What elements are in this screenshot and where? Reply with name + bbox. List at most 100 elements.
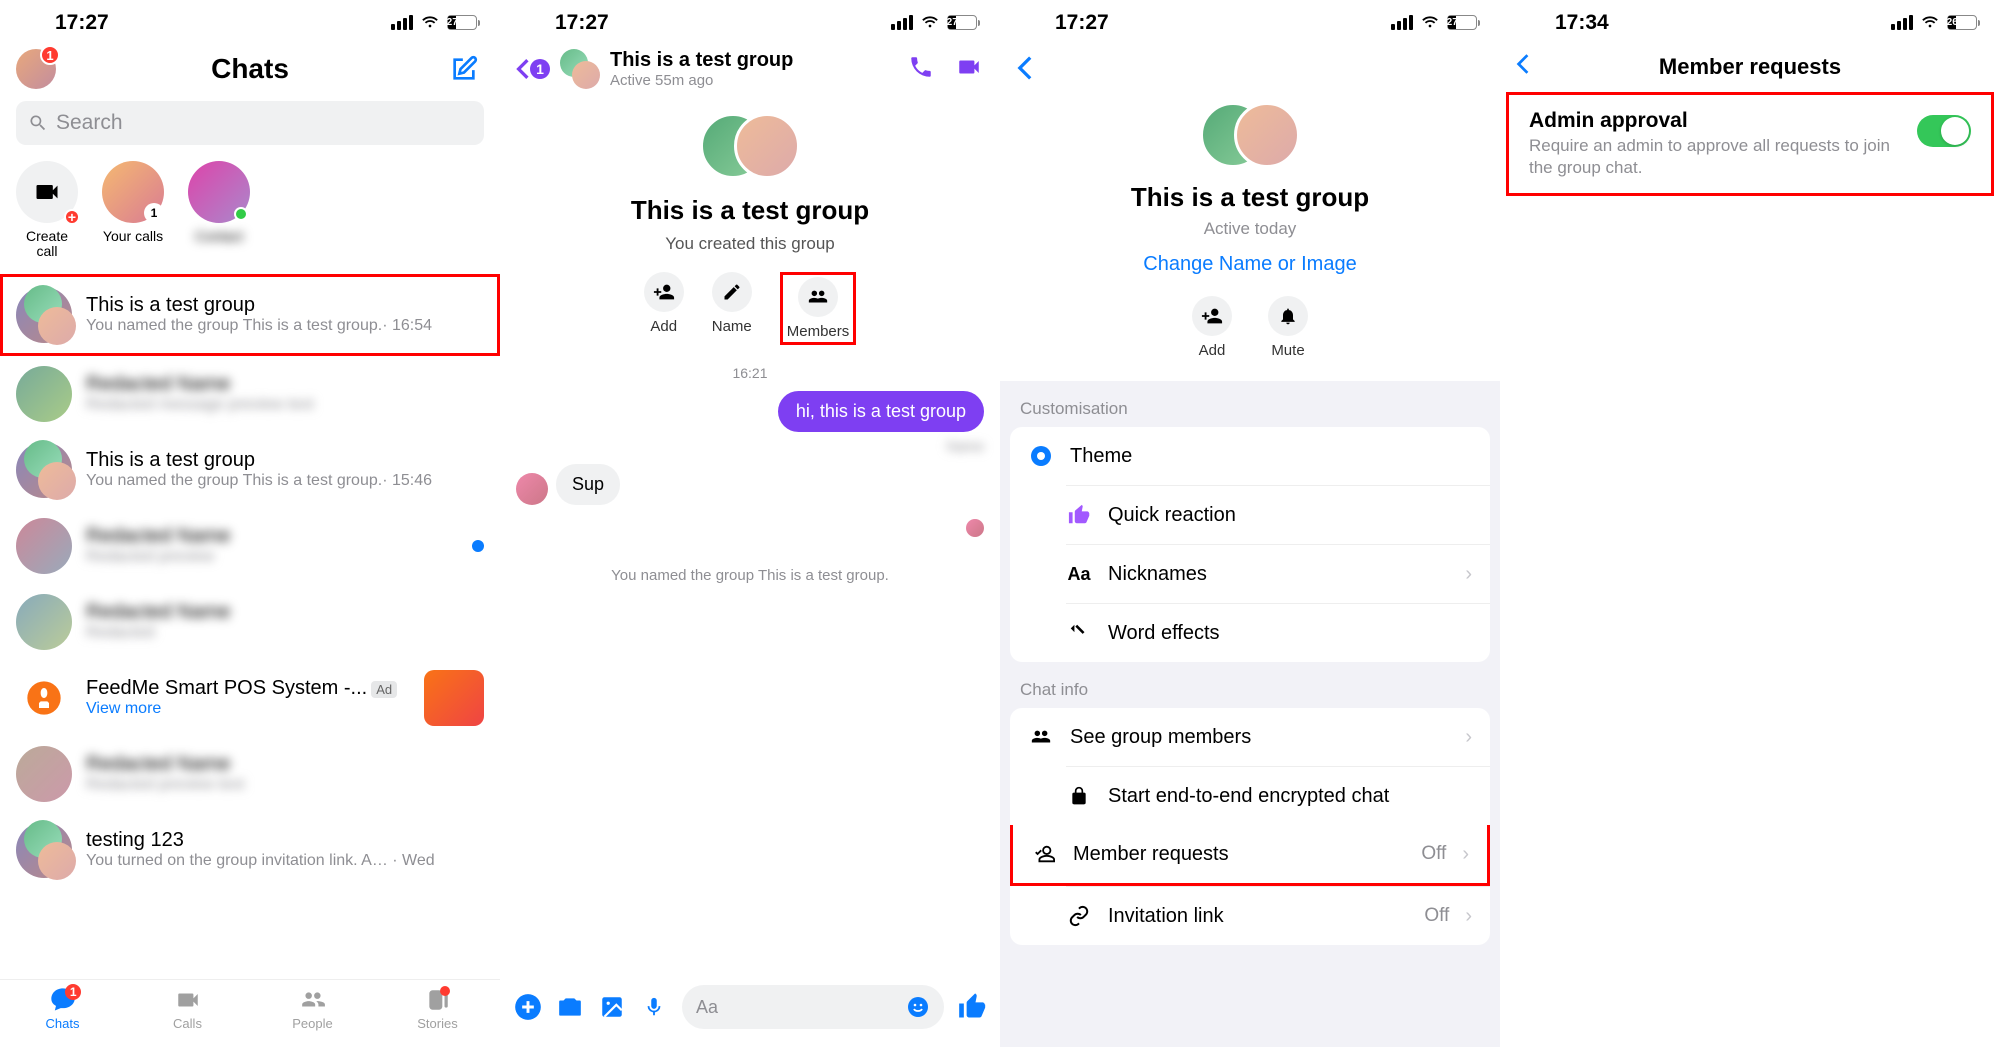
feedme-icon xyxy=(24,678,64,718)
name-button[interactable]: Name xyxy=(712,272,752,345)
create-call[interactable]: + Create call xyxy=(16,161,78,260)
back-button[interactable] xyxy=(1000,45,1500,96)
message-input[interactable]: Aa xyxy=(682,985,944,1029)
signal-icon xyxy=(391,15,413,30)
online-dot-icon xyxy=(234,207,248,221)
members-icon xyxy=(806,286,830,308)
row-invitation-link[interactable]: Invitation link Off › xyxy=(1066,886,1490,945)
status-bar: 17:27 27 xyxy=(500,0,1000,45)
chat-item[interactable]: Redacted NameRedacted xyxy=(0,584,500,660)
lock-icon xyxy=(1066,783,1092,809)
add-person-icon xyxy=(653,281,675,303)
camera-button[interactable] xyxy=(556,993,584,1021)
chat-item-ad[interactable]: FeedMe Smart POS System -...Ad View more xyxy=(0,660,500,736)
phone-icon xyxy=(908,54,934,80)
conversation-header: 1 This is a test group Active 55m ago xyxy=(500,45,1000,95)
more-button[interactable] xyxy=(514,993,542,1021)
tab-stories[interactable]: Stories xyxy=(375,986,500,1047)
mic-button[interactable] xyxy=(640,993,668,1021)
chevron-left-icon xyxy=(516,58,530,80)
members-icon xyxy=(1028,724,1054,750)
bell-icon xyxy=(1278,305,1298,327)
status-bar: 17:34 26 xyxy=(1500,0,2000,45)
row-word-effects[interactable]: Word effects xyxy=(1066,603,1490,662)
chat-item[interactable]: This is a test group You named the group… xyxy=(0,432,500,508)
sent-message[interactable]: hi, this is a test group xyxy=(778,391,984,432)
chat-item[interactable]: testing 123 You turned on the group invi… xyxy=(0,812,500,888)
mute-button[interactable]: Mute xyxy=(1268,296,1308,359)
members-button-highlighted[interactable]: Members xyxy=(780,272,857,345)
section-chat-info: Chat info xyxy=(1000,662,1500,708)
search-icon xyxy=(28,113,48,133)
chat-item-highlighted[interactable]: This is a test group You named the group… xyxy=(0,274,500,356)
group-info-header: This is a test group You created this gr… xyxy=(500,95,1000,345)
tab-people[interactable]: People xyxy=(250,986,375,1047)
system-message: You named the group This is a test group… xyxy=(500,537,1000,614)
page-title: Member requests xyxy=(1516,54,1984,80)
add-button[interactable]: Add xyxy=(1192,296,1232,359)
row-nicknames[interactable]: Aa Nicknames › xyxy=(1066,544,1490,603)
section-customisation: Customisation xyxy=(1000,381,1500,427)
sender-avatar[interactable] xyxy=(516,473,548,505)
chat-item[interactable]: Redacted NameRedacted preview xyxy=(0,508,500,584)
chevron-right-icon: › xyxy=(1465,563,1472,586)
chevron-left-icon xyxy=(1016,55,1034,81)
read-receipt-avatar xyxy=(966,519,984,537)
compose-button[interactable] xyxy=(444,49,484,89)
story-contact[interactable]: Contact xyxy=(188,161,250,260)
group-settings-header: This is a test group Active today Change… xyxy=(1000,96,1500,381)
video-icon xyxy=(174,987,202,1013)
admin-approval-row-highlighted: Admin approval Require an admin to appro… xyxy=(1506,92,1994,196)
add-person-icon xyxy=(1201,305,1223,327)
chat-info-card: See group members › Start end-to-end enc… xyxy=(1010,708,1490,945)
change-name-image-button[interactable]: Change Name or Image xyxy=(1143,253,1356,276)
profile-avatar[interactable]: 1 xyxy=(16,49,56,89)
row-see-members[interactable]: See group members › xyxy=(1010,708,1490,766)
plus-circle-icon xyxy=(514,993,542,1021)
search-input[interactable]: Search xyxy=(16,101,484,145)
setting-description: Require an admin to approve all requests… xyxy=(1529,135,1903,179)
chats-header: 1 Chats xyxy=(0,45,500,97)
sparkle-icon xyxy=(1066,620,1092,646)
audio-call-button[interactable] xyxy=(908,54,934,85)
chat-item[interactable]: Redacted NameRedacted preview text xyxy=(0,736,500,812)
thumbs-up-icon xyxy=(958,993,986,1021)
screen-member-requests: 17:34 26 Member requests Admin approval … xyxy=(1500,0,2000,1047)
back-button[interactable]: 1 xyxy=(516,58,550,80)
battery-icon: 27 xyxy=(447,15,480,30)
composer: Aa xyxy=(500,975,1000,1047)
video-icon xyxy=(954,54,984,80)
video-plus-icon xyxy=(33,178,61,206)
chevron-right-icon: › xyxy=(1462,843,1469,866)
row-member-requests-highlighted[interactable]: Member requests Off › xyxy=(1010,825,1490,886)
active-status: Active 55m ago xyxy=(610,72,898,89)
theme-icon xyxy=(1028,443,1054,469)
row-e2e-chat[interactable]: Start end-to-end encrypted chat xyxy=(1066,766,1490,825)
row-quick-reaction[interactable]: Quick reaction xyxy=(1066,485,1490,544)
setting-title: Admin approval xyxy=(1529,109,1903,133)
like-button[interactable] xyxy=(958,993,986,1021)
chat-item[interactable]: Redacted NameRedacted message preview te… xyxy=(0,356,500,432)
story-row: + Create call 1 Your calls Contact xyxy=(0,155,500,274)
add-button[interactable]: Add xyxy=(644,272,684,345)
row-theme[interactable]: Theme xyxy=(1010,427,1490,485)
wifi-icon xyxy=(419,9,441,37)
your-calls[interactable]: 1 Your calls xyxy=(102,161,164,260)
group-avatar[interactable] xyxy=(560,49,600,89)
emoji-icon[interactable] xyxy=(906,995,930,1019)
gallery-button[interactable] xyxy=(598,993,626,1021)
video-call-button[interactable] xyxy=(954,54,984,85)
ad-thumbnail xyxy=(424,670,484,726)
chevron-right-icon: › xyxy=(1465,726,1472,749)
page-title: Chats xyxy=(56,53,444,85)
battery-icon: 27 xyxy=(947,15,980,30)
received-message[interactable]: Sup xyxy=(556,464,620,505)
tab-calls[interactable]: Calls xyxy=(125,986,250,1047)
status-time: 17:27 xyxy=(55,11,109,35)
tab-chats[interactable]: Chats 1 xyxy=(0,986,125,1047)
screen-group-settings: 17:27 27 This is a test group Active tod… xyxy=(1000,0,1500,1047)
status-bar: 17:27 27 xyxy=(0,0,500,45)
timestamp: 16:21 xyxy=(500,345,1000,391)
admin-approval-toggle[interactable] xyxy=(1917,115,1971,147)
customisation-card: Theme Quick reaction Aa Nicknames › Word… xyxy=(1010,427,1490,662)
